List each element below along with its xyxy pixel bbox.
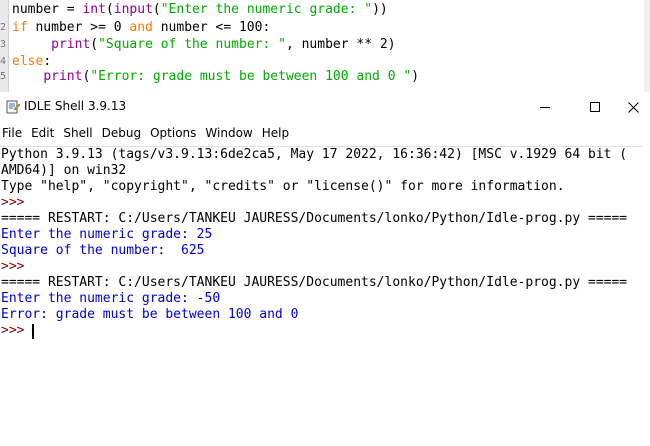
code-line: print("Square of the number: ", number *… [12,37,396,53]
code-token: "Enter the numeric grade: " [160,2,373,17]
shell-line: Type "help", "copyright", "credits" or "… [1,179,565,194]
line-number: 5 [0,71,7,82]
maximize-icon [590,102,600,112]
title-bar[interactable]: IDLE Shell 3.9.13 [0,92,650,122]
code-line: number = int(input("Enter the numeric gr… [12,2,388,18]
shell-output-area[interactable]: Python 3.9.13 (tags/v3.9.13:6de2ca5, May… [0,146,642,446]
menu-help[interactable]: Help [260,122,296,144]
code-line: else: [12,54,51,70]
window-title: IDLE Shell 3.9.13 [24,99,127,113]
menu-options[interactable]: Options [148,122,203,144]
code-token: ( [152,2,161,17]
code-token: "Square of the number: " [98,37,286,52]
code-token: print [51,37,91,52]
menu-bar: File Edit Shell Debug Options Window Hel… [0,122,650,144]
shell-line: Enter the numeric grade: -50 [1,291,221,306]
maximize-button[interactable] [572,92,618,122]
shell-line: Square of the number: 625 [1,243,205,258]
code-token: input [113,2,153,17]
idle-shell-window: IDLE Shell 3.9.13 File Edit Shell Debug … [0,92,650,445]
shell-line: AMD64)] on win32 [1,163,127,178]
code-token: ) [411,69,420,84]
code-token: if [12,20,28,35]
line-number: 3 [0,39,7,50]
menu-window[interactable]: Window [203,122,259,144]
shell-prompt: >>> [1,323,33,338]
menu-file[interactable]: File [0,122,29,144]
code-editor-pane[interactable]: 2345 number = int(input("Enter the numer… [0,0,650,93]
line-number: 4 [0,56,7,67]
shell-line: Enter the numeric grade: 25 [1,227,213,242]
code-line: print("Error: grade must be between 100 … [12,69,419,85]
shell-line: Error: grade must be between 100 and 0 [1,307,299,322]
code-token: "Error: grade must be between 100 and 0 … [90,69,412,84]
code-token: : [43,54,52,69]
shell-prompt: >>> [1,195,33,210]
close-icon [627,101,639,113]
code-token: ( [105,2,114,17]
code-token: , number ** 2) [285,37,396,52]
shell-line: ===== RESTART: C:/Users/TANKEU JAURESS/D… [1,211,628,226]
minimize-button[interactable] [522,92,568,122]
menu-edit[interactable]: Edit [29,122,61,144]
code-token: number = [12,2,83,17]
code-token: ( [90,37,99,52]
idle-app-icon [6,100,20,114]
code-line: if number >= 0 and number <= 100: [12,20,270,36]
menu-shell[interactable]: Shell [61,122,99,144]
line-number: 2 [0,22,7,33]
editor-scrollbar[interactable] [644,0,650,92]
code-token: and [129,20,153,35]
code-token: int [82,2,106,17]
shell-line: Python 3.9.13 (tags/v3.9.13:6de2ca5, May… [1,147,628,162]
menu-debug[interactable]: Debug [100,122,148,144]
shell-scrollbar[interactable] [642,146,650,445]
line-number-gutter: 2 3 4 5 [0,0,9,92]
code-token: else [12,54,44,69]
code-token: )) [372,2,388,17]
code-token: number <= 100: [152,20,271,35]
close-button[interactable] [616,92,650,122]
text-cursor [32,324,35,339]
shell-prompt: >>> [1,259,33,274]
shell-line: ===== RESTART: C:/Users/TANKEU JAURESS/D… [1,275,628,290]
minimize-icon [540,107,550,108]
code-token: number >= 0 [27,20,130,35]
code-token: print [43,69,83,84]
